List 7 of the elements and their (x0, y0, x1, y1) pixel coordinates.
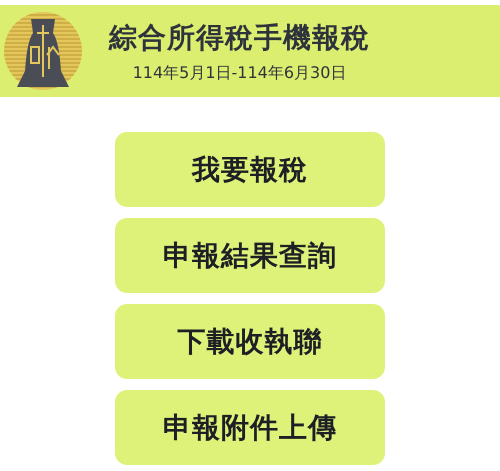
menu-button[interactable]: 我要報稅 (115, 132, 385, 207)
logo-icon (3, 11, 83, 91)
menu-button[interactable]: 申報附件上傳 (115, 390, 385, 465)
menu-button[interactable]: 下載收執聯 (115, 304, 385, 379)
filing-period: 114年5月1日-114年6月30日 (132, 62, 346, 84)
app-title: 綜合所得稅手機報稅 (109, 20, 370, 56)
menu-button[interactable]: 申報結果查詢 (115, 218, 385, 293)
